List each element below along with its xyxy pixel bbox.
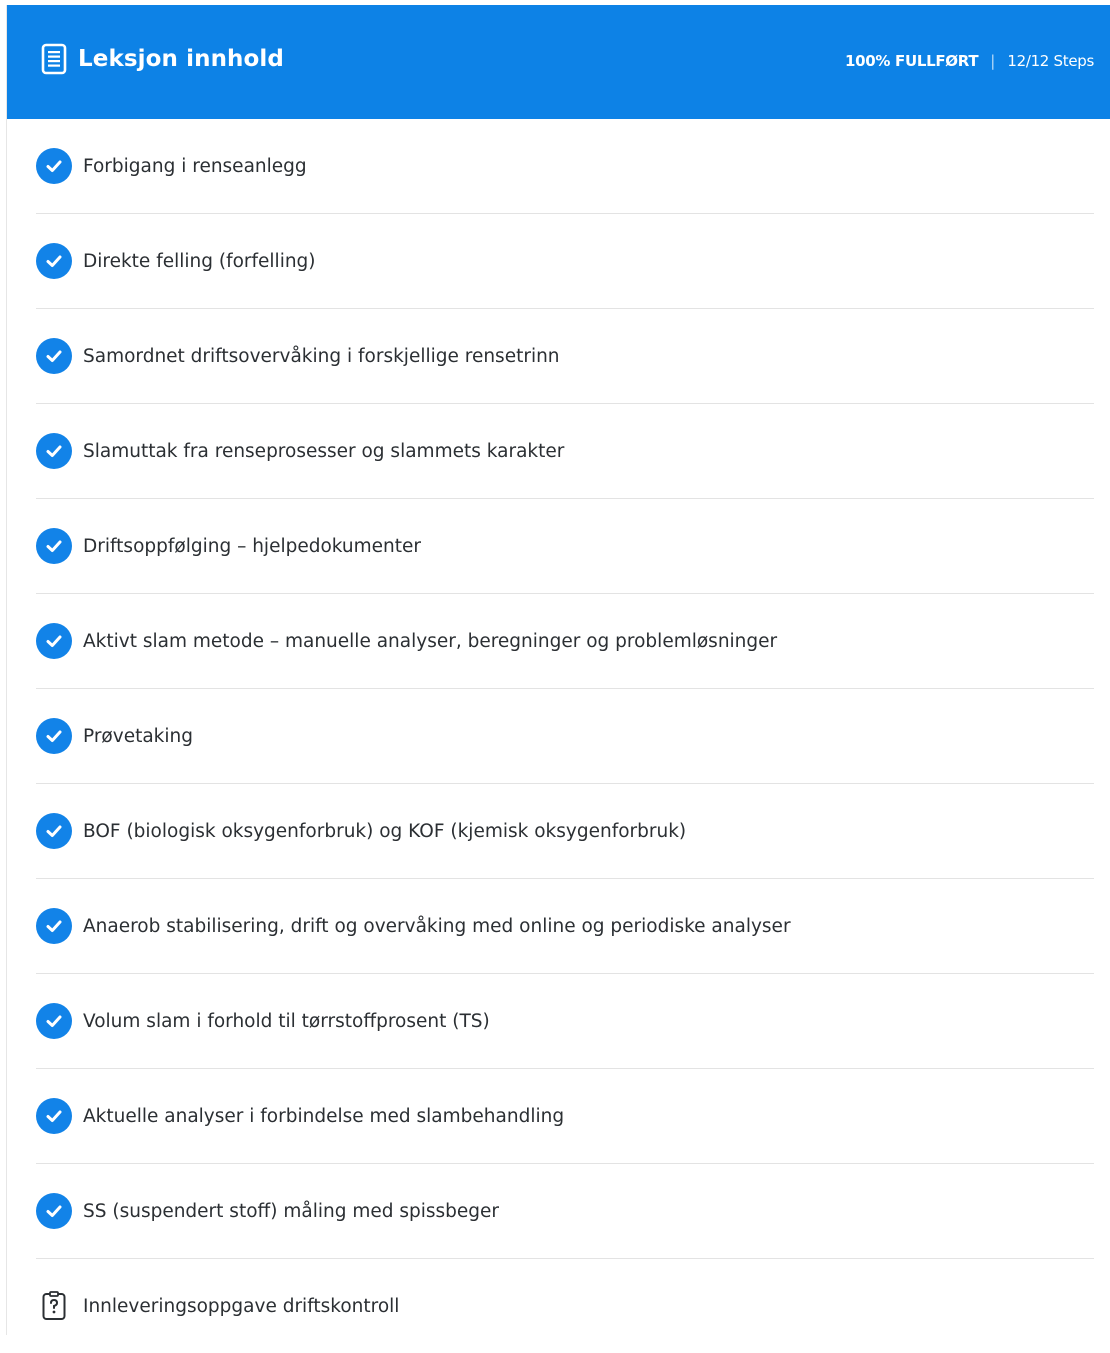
lesson-item-label: Anaerob stabilisering, drift og overvåki… xyxy=(83,915,791,937)
check-circle-icon xyxy=(36,1193,72,1229)
lesson-item-label: Samordnet driftsovervåking i forskjellig… xyxy=(83,345,560,367)
check-circle-icon xyxy=(36,1003,72,1039)
lesson-item-label: Aktivt slam metode – manuelle analyser, … xyxy=(83,630,778,652)
lesson-item-label: Prøvetaking xyxy=(83,725,193,747)
lesson-item-label: Direkte felling (forfelling) xyxy=(83,250,316,272)
lesson-item-label: Driftsoppfølging – hjelpedokumenter xyxy=(83,535,422,557)
status-separator: | xyxy=(990,52,996,70)
lesson-item-label: Volum slam i forhold til tørrstoffprosen… xyxy=(83,1010,490,1032)
lesson-item-label: Forbigang i renseanlegg xyxy=(83,155,307,177)
document-icon xyxy=(40,43,68,79)
lesson-item[interactable]: Forbigang i renseanlegg xyxy=(36,119,1094,214)
check-circle-icon xyxy=(36,718,72,754)
lesson-item[interactable]: Aktuelle analyser i forbindelse med slam… xyxy=(36,1069,1094,1164)
lesson-item[interactable]: Samordnet driftsovervåking i forskjellig… xyxy=(36,309,1094,404)
lesson-item[interactable]: Volum slam i forhold til tørrstoffprosen… xyxy=(36,974,1094,1069)
check-circle-icon xyxy=(36,813,72,849)
check-circle-icon xyxy=(36,1098,72,1134)
lesson-item-label: Aktuelle analyser i forbindelse med slam… xyxy=(83,1105,565,1127)
lesson-content-header: Leksjon innhold 100% FULLFØRT | 12/12 St… xyxy=(7,5,1110,119)
lesson-item[interactable]: Driftsoppfølging – hjelpedokumenter xyxy=(36,499,1094,594)
lesson-item[interactable]: Prøvetaking xyxy=(36,689,1094,784)
check-circle-icon xyxy=(36,243,72,279)
lesson-item-label: Slamuttak fra renseprosesser og slammets… xyxy=(83,440,565,462)
lesson-item[interactable]: Slamuttak fra renseprosesser og slammets… xyxy=(36,404,1094,499)
lesson-item-label: BOF (biologisk oksygenforbruk) og KOF (k… xyxy=(83,820,687,842)
check-circle-icon xyxy=(36,528,72,564)
check-circle-icon xyxy=(36,433,72,469)
check-circle-icon xyxy=(36,908,72,944)
quiz-icon xyxy=(36,1288,72,1324)
progress-status: 100% FULLFØRT | 12/12 Steps xyxy=(845,52,1094,70)
lesson-item-label: Innleveringsoppgave driftskontroll xyxy=(83,1295,400,1317)
lesson-item[interactable]: Anaerob stabilisering, drift og overvåki… xyxy=(36,879,1094,974)
lesson-item[interactable]: SS (suspendert stoff) måling med spissbe… xyxy=(36,1164,1094,1259)
lesson-item[interactable]: BOF (biologisk oksygenforbruk) og KOF (k… xyxy=(36,784,1094,879)
steps-count: 12/12 Steps xyxy=(1007,52,1094,70)
check-circle-icon xyxy=(36,148,72,184)
check-circle-icon xyxy=(36,338,72,374)
lesson-item[interactable]: Innleveringsoppgave driftskontroll xyxy=(36,1259,1094,1353)
check-circle-icon xyxy=(36,623,72,659)
lesson-item[interactable]: Direkte felling (forfelling) xyxy=(36,214,1094,309)
lesson-item-label: SS (suspendert stoff) måling med spissbe… xyxy=(83,1200,500,1222)
lesson-content-panel: Leksjon innhold 100% FULLFØRT | 12/12 St… xyxy=(6,5,1110,1335)
lesson-list: Forbigang i renseanlegg Direkte felling … xyxy=(7,119,1110,1353)
progress-percent: 100% FULLFØRT xyxy=(844,52,979,70)
lesson-item[interactable]: Aktivt slam metode – manuelle analyser, … xyxy=(36,594,1094,689)
lesson-content-title: Leksjon innhold xyxy=(78,46,284,72)
